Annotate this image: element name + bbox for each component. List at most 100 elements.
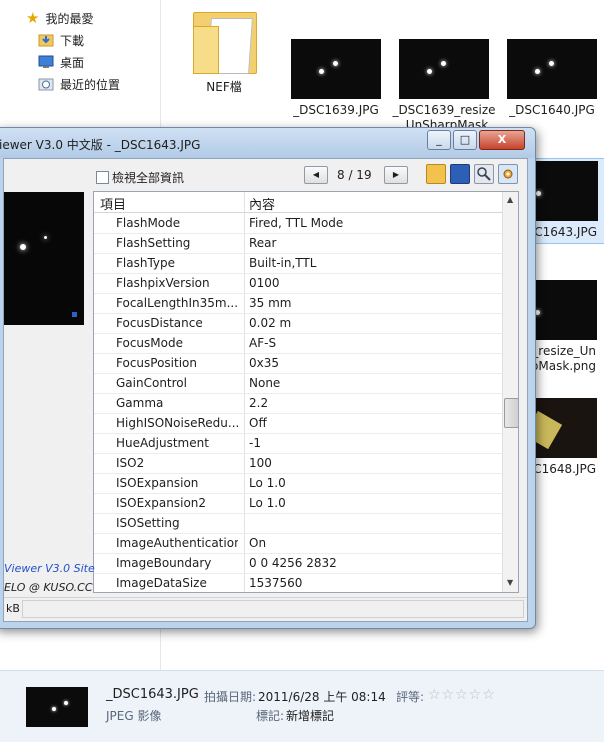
row-key: ISO2: [116, 456, 145, 470]
window-title: iewer V3.0 中文版 - _DSC1643.JPG: [0, 138, 201, 152]
show-all-label: 檢視全部資訊: [112, 171, 185, 185]
row-value: 0100: [249, 276, 280, 290]
row-key: FocalLengthIn35m...: [116, 296, 238, 310]
file-item[interactable]: _DSC1639.JPG: [284, 39, 388, 118]
column-header-item[interactable]: 項目: [100, 194, 126, 213]
downloads-folder-icon: [38, 34, 54, 47]
row-key: ImageDataSize: [116, 576, 207, 590]
vertical-scrollbar[interactable]: ▲ ▼: [502, 192, 518, 592]
nav-label-favorites: 我的最愛: [45, 11, 94, 26]
table-row[interactable]: HueAdjustment -1: [94, 433, 502, 454]
row-value: Lo 1.0: [249, 476, 286, 490]
save-icon[interactable]: [450, 164, 470, 184]
table-row[interactable]: FlashpixVersion 0100: [94, 273, 502, 294]
details-filename: _DSC1643.JPG: [106, 687, 199, 702]
title-bar[interactable]: iewer V3.0 中文版 - _DSC1643.JPG _ □ X: [0, 128, 535, 158]
maximize-button[interactable]: □: [453, 130, 477, 150]
details-pane: _DSC1643.JPG JPEG 影像 拍攝日期: 2011/6/28 上午 …: [0, 670, 604, 742]
column-header-content[interactable]: 內容: [249, 194, 275, 213]
table-row[interactable]: FlashMode Fired, TTL Mode: [94, 213, 502, 234]
row-value: Off: [249, 416, 267, 430]
row-key: ISOExpansion2: [116, 496, 207, 510]
table-row[interactable]: HighISONoiseRedu... Off: [94, 413, 502, 434]
nav-item-favorites[interactable]: ★ 我的最愛: [26, 8, 93, 28]
search-icon[interactable]: [474, 164, 494, 184]
open-folder-icon[interactable]: [426, 164, 446, 184]
row-value: On: [249, 536, 267, 550]
minimize-button[interactable]: _: [427, 130, 451, 150]
status-panel: [22, 600, 524, 618]
row-key: FlashType: [116, 256, 176, 270]
site-link[interactable]: Viewer V3.0 Site: [4, 562, 95, 575]
row-value: 2.2: [249, 396, 269, 410]
table-row[interactable]: FlashSetting Rear: [94, 233, 502, 254]
status-bar: kB: [4, 597, 527, 620]
settings-icon[interactable]: [498, 164, 518, 184]
photo-preview[interactable]: [4, 192, 84, 325]
scroll-down-icon[interactable]: ▼: [507, 578, 513, 587]
file-item[interactable]: _DSC1639_resize_UnSharpMask: [392, 39, 496, 133]
table-row[interactable]: FocusDistance 0.02 m: [94, 313, 502, 334]
row-value: Fired, TTL Mode: [249, 216, 344, 230]
row-value: -1: [249, 436, 261, 450]
row-value: 0 0 4256 2832: [249, 556, 337, 570]
file-name: NEF檔: [206, 80, 242, 94]
row-value: None: [249, 376, 281, 390]
details-date-value: 2011/6/28 上午 08:14: [258, 690, 386, 704]
row-value: 100: [249, 456, 272, 470]
details-tag-value[interactable]: 新增標記: [286, 707, 334, 724]
details-filetype: JPEG 影像: [106, 709, 162, 723]
folder-icon: [187, 4, 261, 74]
table-row[interactable]: FocalLengthIn35m... 35 mm: [94, 293, 502, 314]
show-all-checkbox[interactable]: 檢視全部資訊: [96, 169, 184, 186]
details-date-label: 拍攝日期:: [204, 690, 257, 704]
file-name: _DSC1640.JPG: [509, 103, 595, 117]
recent-places-icon: [38, 78, 54, 91]
nav-label-downloads: 下載: [60, 33, 85, 48]
table-row[interactable]: FocusMode AF-S: [94, 333, 502, 354]
file-item-folder[interactable]: NEF檔: [172, 4, 276, 95]
row-key: FlashMode: [116, 216, 181, 230]
row-key: ISOSetting: [116, 516, 180, 530]
image-thumbnail: [399, 39, 489, 99]
row-key: FocusMode: [116, 336, 183, 350]
row-key: FlashSetting: [116, 236, 191, 250]
row-key: FocusDistance: [116, 316, 203, 330]
exif-viewer-window: iewer V3.0 中文版 - _DSC1643.JPG _ □ X 檢視全部…: [0, 127, 536, 629]
row-value: Rear: [249, 236, 277, 250]
table-header: 項目 內容: [94, 192, 502, 213]
next-button[interactable]: ▶: [384, 166, 408, 184]
nav-item-desktop[interactable]: 桌面: [38, 52, 84, 72]
table-row[interactable]: Gamma 2.2: [94, 393, 502, 414]
table-row[interactable]: ISOSetting: [94, 513, 502, 534]
table-row[interactable]: ISOExpansion2 Lo 1.0: [94, 493, 502, 514]
star-icon: ★: [26, 9, 40, 27]
file-item[interactable]: _DSC1640.JPG: [500, 39, 604, 118]
table-row[interactable]: FocusPosition 0x35: [94, 353, 502, 374]
row-key: HighISONoiseRedu...: [116, 416, 238, 430]
table-row[interactable]: ImageDataSize 1537560: [94, 573, 502, 592]
details-thumbnail: [26, 687, 88, 727]
row-key: Gamma: [116, 396, 164, 410]
status-size: kB: [6, 602, 20, 615]
nav-item-recent[interactable]: 最近的位置: [38, 74, 120, 94]
desktop-icon: [38, 55, 54, 68]
checkbox-box[interactable]: [96, 171, 109, 184]
nav-item-downloads[interactable]: 下載: [38, 30, 84, 50]
table-row[interactable]: ImageAuthentication On: [94, 533, 502, 554]
row-key: HueAdjustment: [116, 436, 209, 450]
table-row[interactable]: ISO2 100: [94, 453, 502, 474]
image-thumbnail: [291, 39, 381, 99]
image-thumbnail: [507, 39, 597, 99]
row-value: 0.02 m: [249, 316, 292, 330]
table-row[interactable]: ImageBoundary 0 0 4256 2832: [94, 553, 502, 574]
table-row[interactable]: FlashType Built-in,TTL: [94, 253, 502, 274]
rating-stars[interactable]: ☆☆☆☆☆: [428, 687, 496, 703]
viewer-client-area: 檢視全部資訊 ◀ 8 / 19 ▶ 項目 內容 FlashMode Fired, …: [3, 158, 528, 622]
scrollbar-thumb[interactable]: [504, 398, 518, 428]
scroll-up-icon[interactable]: ▲: [507, 195, 513, 204]
close-button[interactable]: X: [479, 130, 525, 150]
table-row[interactable]: ISOExpansion Lo 1.0: [94, 473, 502, 494]
table-row[interactable]: GainControl None: [94, 373, 502, 394]
prev-button[interactable]: ◀: [304, 166, 328, 184]
